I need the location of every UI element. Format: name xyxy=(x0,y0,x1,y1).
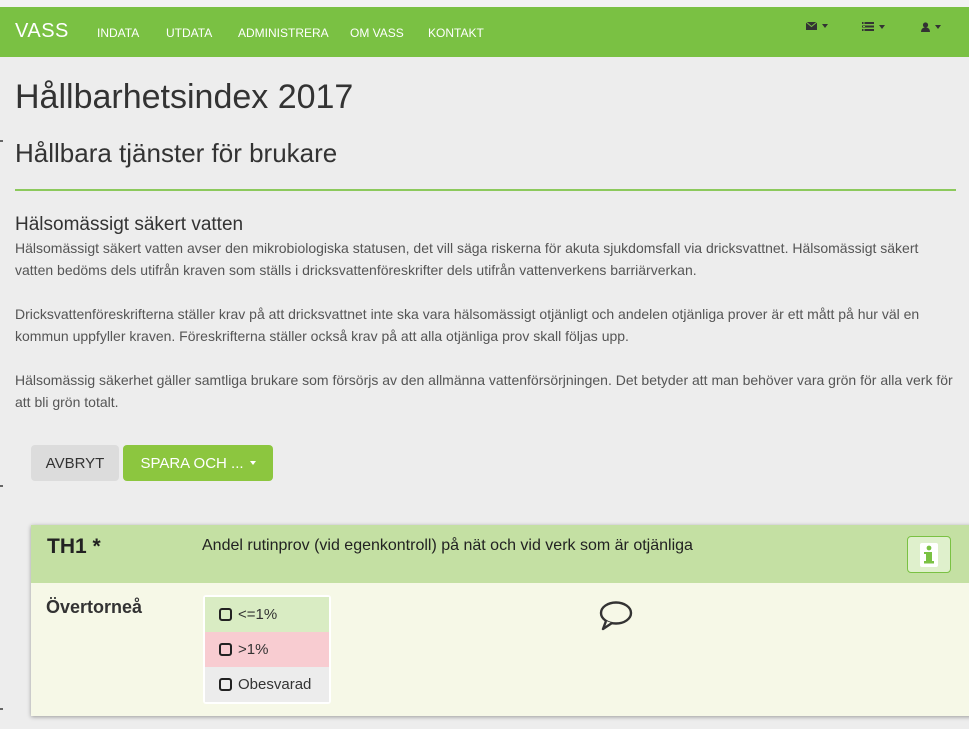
brand-logo[interactable]: VASS xyxy=(15,20,69,43)
section-paragraph-2: Dricksvattenföreskrifterna ställer krav … xyxy=(15,306,920,344)
question-text: Andel rutinprov (vid egenkontroll) på nä… xyxy=(202,537,693,554)
option-label: <=1% xyxy=(238,606,278,623)
messages-dropdown[interactable] xyxy=(806,22,828,30)
user-dropdown[interactable] xyxy=(921,22,941,32)
comment-button[interactable] xyxy=(599,600,633,637)
save-dropdown-button[interactable]: SPARA OCH ... xyxy=(123,445,273,481)
window-top-strip xyxy=(0,0,969,7)
chevron-down-icon xyxy=(822,24,828,28)
question-header: TH1 * Andel rutinprov (vid egenkontroll)… xyxy=(31,525,969,583)
page-title: Hållbarhetsindex 2017 xyxy=(15,78,354,116)
question-body: Övertorneå <=1% >1% Obesvarad xyxy=(31,583,969,716)
section-paragraph-1: Hälsomässigt säkert vatten avser den mik… xyxy=(15,240,919,278)
save-button-label: SPARA OCH ... xyxy=(140,454,244,472)
checkbox-icon xyxy=(219,678,232,691)
envelope-icon xyxy=(806,22,817,30)
list-icon xyxy=(862,22,874,31)
user-icon xyxy=(921,22,930,32)
answer-options: <=1% >1% Obesvarad xyxy=(203,595,331,704)
nav-indata[interactable]: INDATA xyxy=(97,26,139,40)
speech-bubble-icon xyxy=(599,601,633,631)
question-code: TH1 * xyxy=(47,535,101,558)
section-paragraph-3: Hälsomässig säkerhet gäller samtliga bru… xyxy=(15,372,953,410)
navbar: VASS INDATA UTDATA ADMINISTRERA OM VASS … xyxy=(0,7,969,57)
info-button[interactable] xyxy=(907,536,951,573)
nav-om-vass[interactable]: OM VASS xyxy=(350,26,404,40)
info-icon xyxy=(920,542,938,567)
edge-mark xyxy=(0,140,3,142)
nav-kontakt[interactable]: KONTAKT xyxy=(428,26,484,40)
page-subtitle: Hållbara tjänster för brukare xyxy=(15,138,338,168)
list-dropdown[interactable] xyxy=(862,22,885,31)
question-card: TH1 * Andel rutinprov (vid egenkontroll)… xyxy=(31,525,969,716)
option-obesvarad[interactable]: Obesvarad xyxy=(205,667,329,702)
nav-utdata[interactable]: UTDATA xyxy=(166,26,212,40)
option-label: >1% xyxy=(238,641,269,658)
site-name: Övertorneå xyxy=(46,597,143,617)
edge-mark xyxy=(0,708,3,710)
option-gt-1-percent[interactable]: >1% xyxy=(205,632,329,667)
cancel-button-label: AVBRYT xyxy=(45,454,105,472)
checkbox-icon xyxy=(219,643,232,656)
section-title: Hälsomässigt säkert vatten xyxy=(15,214,244,235)
edge-mark xyxy=(0,485,3,487)
option-le-1-percent[interactable]: <=1% xyxy=(205,597,329,632)
chevron-down-icon xyxy=(249,461,256,465)
chevron-down-icon xyxy=(935,25,941,29)
chevron-down-icon xyxy=(879,24,885,29)
nav-administrera[interactable]: ADMINISTRERA xyxy=(238,26,329,40)
section-divider xyxy=(15,189,956,191)
option-label: Obesvarad xyxy=(238,676,312,693)
checkbox-icon xyxy=(219,608,232,621)
cancel-button[interactable]: AVBRYT xyxy=(31,445,119,481)
